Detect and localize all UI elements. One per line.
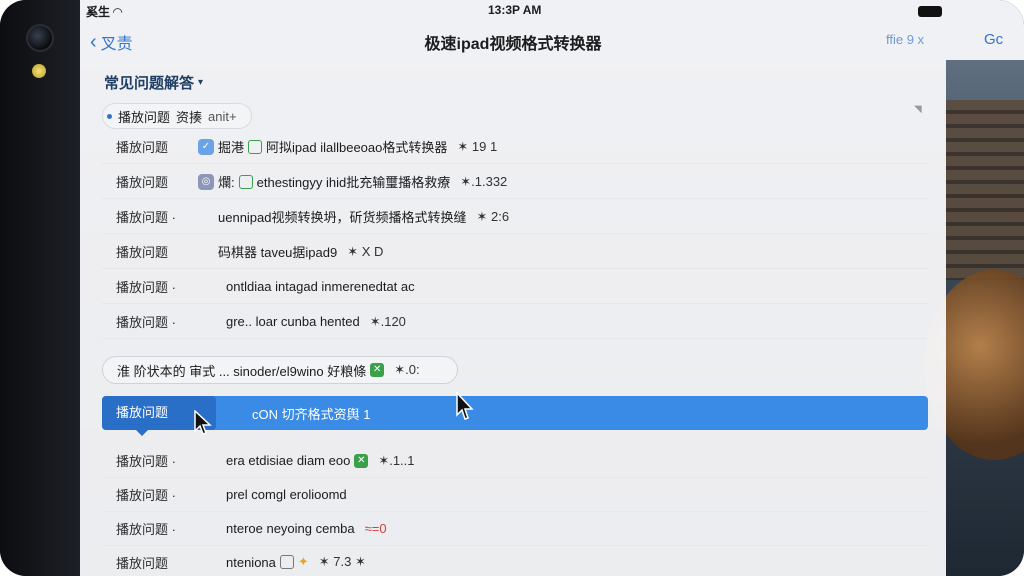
row-text-2: 阿拟ipad ilallbeeoao格式转换器 — [266, 140, 448, 155]
carrier-label: 奚生 ◠ — [86, 5, 123, 19]
row-category: 播放问题 · — [116, 280, 176, 295]
faq-row[interactable]: 播放问题 · gre.. loar cunba hented ✶.120 — [102, 305, 928, 339]
faq-section-header[interactable]: 常见问题解答 ▾ — [104, 72, 203, 93]
row-meta: ✶ 2:6 — [476, 208, 510, 224]
section-title: 常见问题解答 — [104, 75, 195, 92]
row-text: era etdisiae diam eoo — [226, 453, 351, 468]
row-category: 播放问题 · — [116, 210, 176, 225]
wifi-icon: ◠ — [113, 5, 123, 19]
app-icon: ◎ — [198, 173, 214, 190]
battery-icon — [918, 6, 942, 17]
suggestion-text: 淮 阶状本的 审式 ... sinoder/el9wino 好粮條 — [117, 363, 367, 379]
filter-button[interactable]: ffie 9 x — [886, 32, 924, 47]
row-meta: ≈=0 — [364, 521, 387, 536]
faq-row[interactable]: 播放问题 · uennipad视频转换坍，斫货频播格式转换缝 ✶ 2:6 — [102, 200, 928, 234]
row-meta: ✶ 19 1 — [457, 138, 498, 154]
row-text: nteroe neyoing cemba — [226, 521, 355, 536]
row-text-2: ethestingyy ihid批充输璽播格救療 — [256, 175, 451, 190]
expand-arrow-icon[interactable]: ◥ — [914, 104, 922, 115]
faq-row[interactable]: 播放问题 · nteroe neyoing cemba ≈=0 — [102, 512, 928, 546]
camera-icon — [26, 24, 54, 52]
app-icon: ✓ — [198, 138, 214, 155]
row-text: 码棋器 taveu据ipad9 — [218, 245, 338, 260]
chip-text: 资揍 — [176, 109, 203, 125]
app-window: 奚生 ◠ 13:3P AM ‹ 叉责 极速ipad视频格式转换器 ffie 9 x… — [80, 0, 946, 576]
faq-row[interactable]: 播放问题 ◎ 爛: ethestingyy ihid批充输璽播格救療 ✶.1.3… — [102, 165, 928, 199]
building-image — [944, 100, 1024, 280]
row-category: 播放问题 · — [116, 488, 176, 503]
row-meta: ✶.1.332 — [460, 173, 508, 189]
close-icon[interactable]: ✕ — [354, 453, 369, 468]
checkbox-icon[interactable] — [279, 555, 294, 569]
row-text: uennipad视频转换坍，斫货频播格式转换缝 — [218, 210, 467, 225]
row-category: 播放问题 · — [116, 454, 176, 469]
row-category: 播放问题 · — [116, 522, 176, 537]
chip-label: 播放问题 — [118, 109, 171, 125]
close-icon[interactable]: ✕ — [370, 363, 385, 377]
row-category: 播放问题 — [116, 175, 169, 190]
checkbox-icon[interactable] — [238, 174, 253, 189]
row-meta: ✶.120 — [369, 313, 406, 329]
row-meta: ✶ X D — [347, 243, 384, 259]
star-icon: ✦ — [297, 554, 309, 569]
chip-extra: anit+ — [208, 108, 237, 124]
selected-dot-icon — [107, 113, 112, 119]
faq-row[interactable]: 播放问题 码棋器 taveu据ipad9 ✶ X D — [102, 235, 928, 269]
row-text: 爛: — [218, 175, 235, 190]
faq-row[interactable]: 播放问题 · ontldiaa intagad inmerenedtat ac — [102, 270, 928, 304]
row-text: cON 切齐格式资舆 1 — [252, 406, 371, 422]
nav-bar: ‹ 叉责 极速ipad视频格式转换器 ffie 9 x — [80, 22, 1024, 60]
category-chip[interactable]: 播放问题 资揍 anit+ — [102, 103, 252, 129]
faq-row[interactable]: 播放问题 · era etdisiae diam eoo ✕ ✶.1..1 — [102, 444, 928, 478]
row-text: nteniona — [226, 554, 276, 570]
row-meta: ✶ 7.3 ✶ — [318, 554, 366, 569]
checkbox-icon[interactable] — [248, 139, 263, 154]
row-category: 播放问题 — [116, 245, 169, 260]
row-text: 掘港 — [218, 140, 245, 155]
caret-down-icon: ▾ — [198, 77, 204, 88]
ipad-device: 奚生 ◠ 13:3P AM ‹ 叉责 极速ipad视频格式转换器 ffie 9 x… — [0, 0, 1024, 576]
row-category: 播放问题 — [116, 555, 169, 571]
faq-row[interactable]: 播放问题 ✓ 掘港 阿拟ipad ilallbeeoao格式转换器 ✶ 19 1 — [102, 130, 928, 164]
row-category: 播放问题 · — [116, 315, 176, 330]
faq-row[interactable]: 播放问题 nteniona ✦ ✶ 7.3 ✶ — [102, 545, 928, 576]
row-text: gre.. loar cunba hented — [226, 314, 360, 329]
status-time: 13:3P AM — [488, 3, 542, 17]
suggestion-meta: ✶.0: — [394, 362, 420, 377]
row-meta: ✶.1..1 — [378, 452, 415, 468]
go-button[interactable]: Gc — [984, 31, 1003, 48]
device-bezel — [0, 0, 80, 576]
flash-icon — [32, 64, 46, 78]
row-category: 播放问题 — [116, 140, 169, 155]
status-bar: 奚生 ◠ 13:3P AM — [80, 0, 1024, 22]
suggestion-chip[interactable]: 淮 阶状本的 审式 ... sinoder/el9wino 好粮條 ✕ ✶.0: — [102, 356, 458, 384]
row-text: ontldiaa intagad inmerenedtat ac — [226, 279, 415, 294]
page-title: 极速ipad视频格式转换器 — [424, 36, 602, 53]
faq-row[interactable]: 播放问题 · prel comgl erolioomd — [102, 478, 928, 512]
row-text: prel comgl erolioomd — [226, 487, 347, 502]
selected-faq-row[interactable]: 播放问题 cON 切齐格式资舆 1 — [102, 396, 928, 436]
